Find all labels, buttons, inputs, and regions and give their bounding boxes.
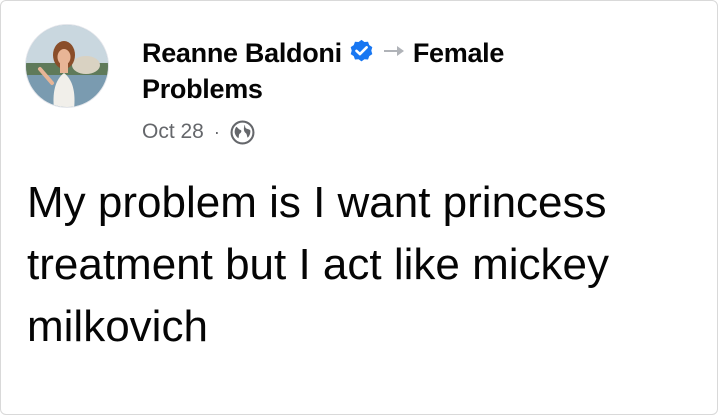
share-arrow-icon bbox=[383, 45, 404, 56]
post-meta: Oct 28 · bbox=[142, 117, 255, 147]
author-line: Reanne Baldoni Female bbox=[142, 33, 702, 71]
globe-icon[interactable] bbox=[230, 120, 255, 145]
group-name-continued[interactable]: Problems bbox=[142, 71, 702, 107]
author-name[interactable]: Reanne Baldoni bbox=[142, 38, 342, 68]
post-body-text: My problem is I want princess treatment … bbox=[27, 178, 609, 351]
avatar-image bbox=[26, 25, 108, 107]
post-header: Reanne Baldoni Female Problems bbox=[142, 33, 702, 107]
meta-separator: · bbox=[213, 122, 220, 142]
group-name[interactable]: Female bbox=[413, 38, 505, 68]
avatar[interactable] bbox=[25, 24, 109, 108]
verified-badge-icon bbox=[350, 40, 373, 62]
post-date[interactable]: Oct 28 bbox=[142, 117, 204, 147]
